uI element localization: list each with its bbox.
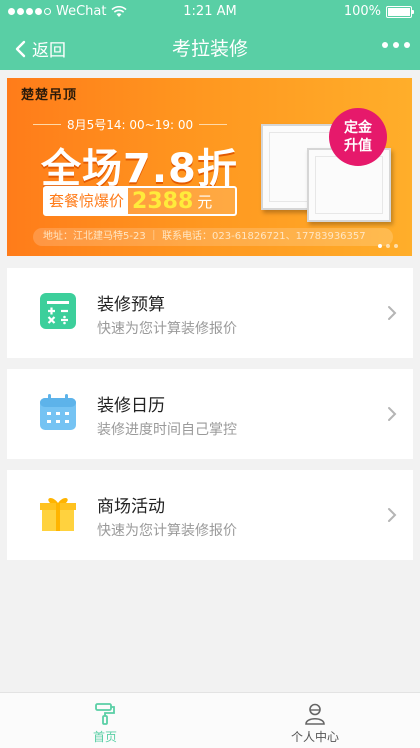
battery-group: 100%	[343, 4, 414, 19]
calculator-icon	[40, 293, 76, 329]
card-calendar[interactable]: 装修日历 装修进度时间自己掌控	[7, 369, 413, 459]
tab-home[interactable]: 首页	[0, 693, 210, 748]
deposit-badge: 定金 升值	[329, 108, 387, 166]
banner-brand: 楚楚吊顶	[21, 88, 78, 103]
chevron-right-icon	[388, 407, 397, 421]
battery-percent: 100%	[343, 4, 381, 19]
price-unit: 元	[197, 192, 213, 211]
promo-banner[interactable]: 楚楚吊顶 8月5号14: 00~19: 00 全场7.8折 套餐惊爆价 2388…	[7, 78, 412, 256]
battery-icon	[386, 5, 414, 18]
page-title: 考拉装修	[171, 38, 248, 60]
tab-label: 个人中心	[290, 730, 339, 744]
price-value: 2388	[132, 188, 194, 214]
tab-bar: 首页 个人中心	[0, 692, 420, 748]
status-bar: WeChat 1:21 AM 100%	[0, 0, 420, 24]
user-icon	[305, 703, 325, 725]
banner-contact-info: 地址：江北建马特5-23 ｜ 联系电话：023-61826721、1778393…	[33, 228, 393, 246]
card-budget[interactable]: 装修预算 快速为您计算装修报价	[7, 268, 413, 358]
more-dots-icon[interactable]	[382, 42, 410, 48]
price-label: 套餐惊爆价	[45, 188, 129, 214]
tab-label: 首页	[92, 730, 117, 744]
card-mall-activity[interactable]: 商场活动 快速为您计算装修报价	[7, 470, 413, 560]
home-paint-roller-icon	[95, 703, 115, 725]
chevron-right-icon	[388, 508, 397, 522]
card-subtitle: 装修进度时间自己掌控	[97, 422, 237, 438]
chevron-right-icon	[388, 306, 397, 320]
card-title: 装修日历	[97, 396, 165, 416]
card-title: 装修预算	[97, 295, 165, 315]
card-subtitle: 快速为您计算装修报价	[97, 321, 237, 337]
card-title: 商场活动	[97, 497, 165, 517]
calendar-icon	[40, 394, 76, 430]
banner-price: 套餐惊爆价 2388 元	[43, 186, 237, 216]
gift-icon	[40, 498, 76, 531]
tab-profile[interactable]: 个人中心	[210, 693, 420, 748]
app-header: WeChat 1:21 AM 100% 返回 考拉装修	[0, 0, 420, 70]
carousel-indicator	[378, 244, 398, 248]
nav-bar: 返回 考拉装修	[0, 24, 420, 70]
card-subtitle: 快速为您计算装修报价	[97, 523, 237, 539]
banner-datetime: 8月5号14: 00~19: 00	[32, 118, 228, 132]
